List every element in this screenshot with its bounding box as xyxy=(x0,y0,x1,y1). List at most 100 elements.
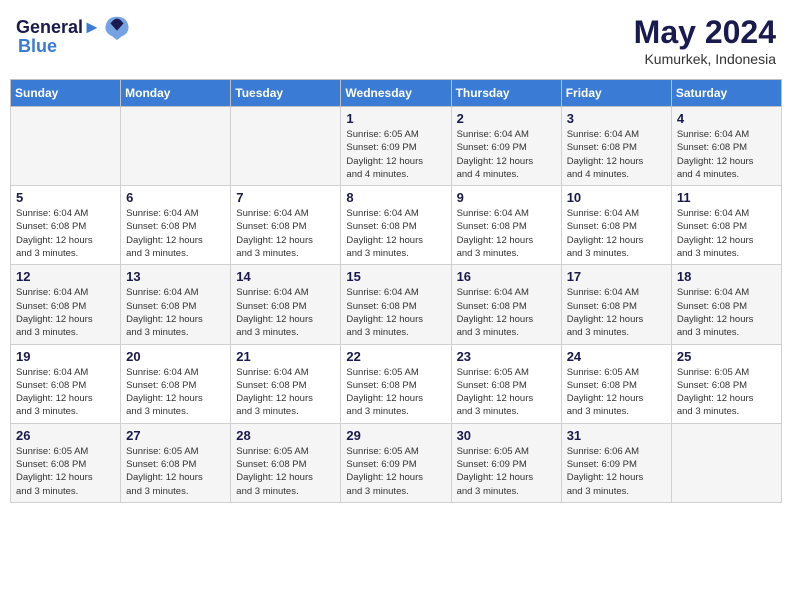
day-info-line: and 3 minutes. xyxy=(567,327,629,338)
day-info-line: Daylight: 12 hours xyxy=(677,314,754,325)
day-info-line: Daylight: 12 hours xyxy=(236,393,313,404)
day-info-line: Sunset: 6:08 PM xyxy=(346,380,416,391)
day-header-wednesday: Wednesday xyxy=(341,80,451,107)
calendar-cell: 8Sunrise: 6:04 AMSunset: 6:08 PMDaylight… xyxy=(341,186,451,265)
day-number: 11 xyxy=(677,190,776,205)
day-number: 16 xyxy=(457,269,556,284)
day-number: 26 xyxy=(16,428,115,443)
day-info-line: and 3 minutes. xyxy=(236,248,298,259)
day-number: 17 xyxy=(567,269,666,284)
calendar-cell: 16 Sunrise: 6:04 AMSunset: 6:08 PMDayligh… xyxy=(451,265,561,344)
day-info-line: Daylight: 12 hours xyxy=(567,314,644,325)
day-info-line: Sunrise: 6:04 AM xyxy=(567,129,639,140)
day-number: 13 xyxy=(126,269,225,284)
day-info-line: Daylight: 12 hours xyxy=(457,156,534,167)
day-number: 19 xyxy=(16,349,115,364)
day-info-line: Daylight: 12 hours xyxy=(567,235,644,246)
day-info: Sunrise: 6:04 AMSunset: 6:08 PMDaylight:… xyxy=(567,207,666,260)
day-info: Sunrise: 6:04 AMSunset: 6:08 PMDaylight:… xyxy=(346,286,445,339)
day-info: Sunrise: 6:05 AMSunset: 6:09 PMDaylight:… xyxy=(346,128,445,181)
day-info-line: Sunrise: 6:04 AM xyxy=(567,208,639,219)
day-info-line: Sunrise: 6:05 AM xyxy=(346,446,418,457)
day-header-tuesday: Tuesday xyxy=(231,80,341,107)
day-info: Sunrise: 6:05 AMSunset: 6:08 PMDaylight:… xyxy=(126,445,225,498)
day-info-line: Sunset: 6:09 PM xyxy=(457,459,527,470)
day-info-line: Sunset: 6:08 PM xyxy=(677,301,747,312)
day-info-line: Daylight: 12 hours xyxy=(677,156,754,167)
day-info-line: Sunset: 6:08 PM xyxy=(457,221,527,232)
calendar-cell xyxy=(11,107,121,186)
day-info-line: and 3 minutes. xyxy=(346,486,408,497)
day-info-line: Sunrise: 6:04 AM xyxy=(126,287,198,298)
day-info: Sunrise: 6:04 AMSunset: 6:08 PMDaylight:… xyxy=(126,286,225,339)
day-info-line: Sunrise: 6:06 AM xyxy=(567,446,639,457)
logo: General► Blue xyxy=(16,14,131,57)
day-header-friday: Friday xyxy=(561,80,671,107)
day-info-line: Daylight: 12 hours xyxy=(457,314,534,325)
calendar-cell: 7Sunrise: 6:04 AMSunset: 6:08 PMDaylight… xyxy=(231,186,341,265)
day-info-line: and 3 minutes. xyxy=(346,327,408,338)
day-info-line: Sunrise: 6:04 AM xyxy=(346,287,418,298)
day-number: 25 xyxy=(677,349,776,364)
calendar-cell xyxy=(121,107,231,186)
calendar-cell: 18Sunrise: 6:04 AMSunset: 6:08 PMDayligh… xyxy=(671,265,781,344)
week-row-2: 5Sunrise: 6:04 AMSunset: 6:08 PMDaylight… xyxy=(11,186,782,265)
calendar-cell xyxy=(231,107,341,186)
day-info-line: and 4 minutes. xyxy=(567,169,629,180)
day-info-line: and 3 minutes. xyxy=(16,486,78,497)
calendar-cell: 3Sunrise: 6:04 AMSunset: 6:08 PMDaylight… xyxy=(561,107,671,186)
day-info-line: and 3 minutes. xyxy=(457,486,519,497)
day-info-line: Daylight: 12 hours xyxy=(126,393,203,404)
day-number: 7 xyxy=(236,190,335,205)
calendar-cell: 2Sunrise: 6:04 AMSunset: 6:09 PMDaylight… xyxy=(451,107,561,186)
day-number: 15 xyxy=(346,269,445,284)
day-info-line: Daylight: 12 hours xyxy=(16,393,93,404)
day-info: Sunrise: 6:04 AMSunset: 6:08 PMDaylight:… xyxy=(126,207,225,260)
day-info: Sunrise: 6:04 AMSunset: 6:08 PMDaylight:… xyxy=(457,286,556,339)
day-number: 23 xyxy=(457,349,556,364)
day-info-line: Daylight: 12 hours xyxy=(16,314,93,325)
calendar-cell: 4Sunrise: 6:04 AMSunset: 6:08 PMDaylight… xyxy=(671,107,781,186)
day-info-line: and 3 minutes. xyxy=(677,248,739,259)
day-info: Sunrise: 6:05 AMSunset: 6:08 PMDaylight:… xyxy=(16,445,115,498)
day-info-line: and 3 minutes. xyxy=(457,327,519,338)
calendar-table: SundayMondayTuesdayWednesdayThursdayFrid… xyxy=(10,79,782,503)
day-info-line: Sunrise: 6:05 AM xyxy=(677,367,749,378)
week-row-1: 1Sunrise: 6:05 AMSunset: 6:09 PMDaylight… xyxy=(11,107,782,186)
day-info-line: Sunrise: 6:04 AM xyxy=(236,287,308,298)
calendar-cell: 20Sunrise: 6:04 AMSunset: 6:08 PMDayligh… xyxy=(121,344,231,423)
day-info-line: Sunset: 6:08 PM xyxy=(677,380,747,391)
day-number: 28 xyxy=(236,428,335,443)
day-info-line: Daylight: 12 hours xyxy=(457,393,534,404)
calendar-cell xyxy=(671,423,781,502)
day-info-line: Sunrise: 6:04 AM xyxy=(677,287,749,298)
day-info: Sunrise: 6:04 AMSunset: 6:08 PMDaylight:… xyxy=(346,207,445,260)
day-info-line: Sunrise: 6:04 AM xyxy=(567,287,639,298)
day-info: Sunrise: 6:04 AMSunset: 6:08 PMDaylight:… xyxy=(236,286,335,339)
day-info-line: Sunrise: 6:05 AM xyxy=(567,367,639,378)
day-info-line: Sunset: 6:08 PM xyxy=(126,221,196,232)
week-row-5: 26 Sunrise: 6:05 AMSunset: 6:08 PMDayligh… xyxy=(11,423,782,502)
day-info-line: Sunrise: 6:04 AM xyxy=(126,208,198,219)
calendar-cell: 28Sunrise: 6:05 AMSunset: 6:08 PMDayligh… xyxy=(231,423,341,502)
subtitle: Kumurkek, Indonesia xyxy=(634,51,776,67)
day-info-line: Sunset: 6:08 PM xyxy=(126,301,196,312)
day-info-line: Sunset: 6:08 PM xyxy=(567,301,637,312)
day-info-line: and 3 minutes. xyxy=(457,248,519,259)
day-info-line: Daylight: 12 hours xyxy=(457,235,534,246)
day-info-line: Sunset: 6:08 PM xyxy=(16,301,86,312)
calendar-cell: 29Sunrise: 6:05 AMSunset: 6:09 PMDayligh… xyxy=(341,423,451,502)
day-info-line: Daylight: 12 hours xyxy=(346,156,423,167)
day-number: 9 xyxy=(457,190,556,205)
day-info-line: Sunset: 6:08 PM xyxy=(567,380,637,391)
day-info-line: Sunset: 6:08 PM xyxy=(236,459,306,470)
day-info-line: Sunrise: 6:05 AM xyxy=(457,367,529,378)
day-info: Sunrise: 6:05 AMSunset: 6:09 PMDaylight:… xyxy=(457,445,556,498)
day-info: Sunrise: 6:05 AMSunset: 6:09 PMDaylight:… xyxy=(346,445,445,498)
day-info-line: Daylight: 12 hours xyxy=(677,235,754,246)
day-info-line: Daylight: 12 hours xyxy=(567,156,644,167)
calendar-cell: 21Sunrise: 6:04 AMSunset: 6:08 PMDayligh… xyxy=(231,344,341,423)
day-info: Sunrise: 6:05 AMSunset: 6:08 PMDaylight:… xyxy=(346,366,445,419)
day-info-line: Sunrise: 6:05 AM xyxy=(346,367,418,378)
day-info-line: and 4 minutes. xyxy=(346,169,408,180)
